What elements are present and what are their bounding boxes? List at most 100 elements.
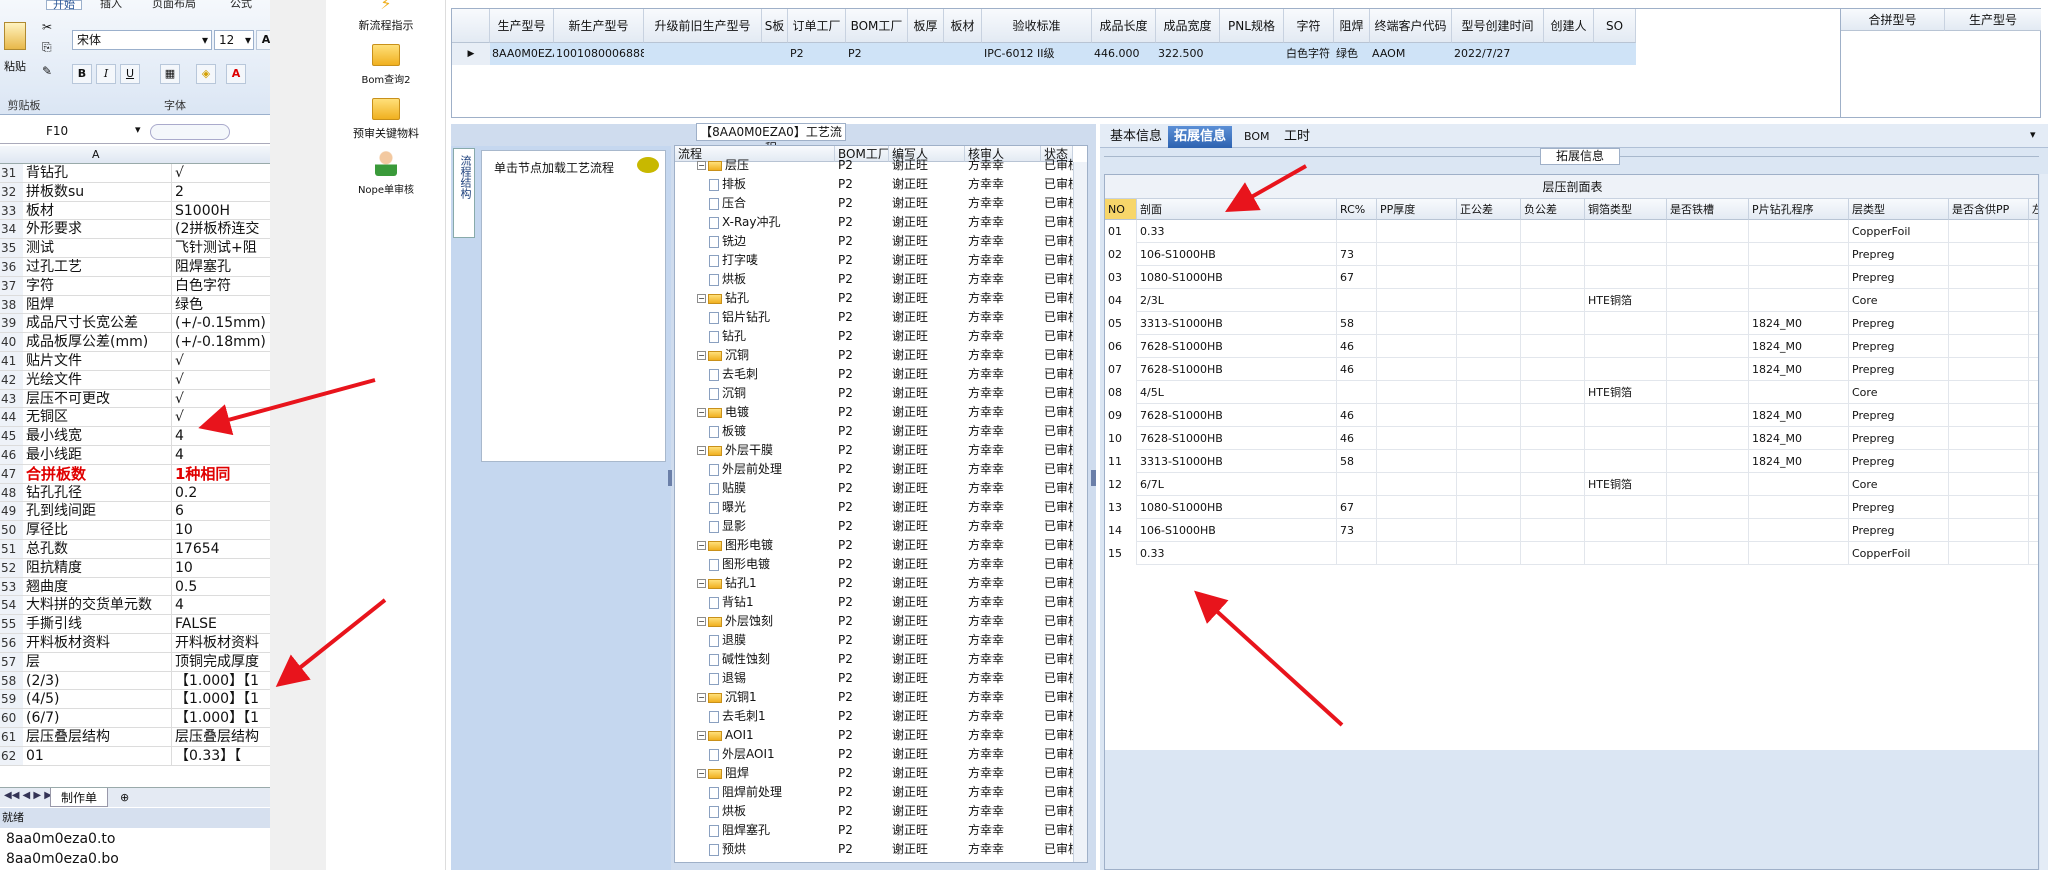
stackup-cell[interactable]: HTE铜箔 bbox=[1585, 473, 1667, 496]
tab-work-hours[interactable]: 工时 bbox=[1278, 126, 1316, 148]
cell-b[interactable]: 2 bbox=[173, 183, 270, 201]
tab-basic-info[interactable]: 基本信息 bbox=[1104, 126, 1168, 148]
stackup-cell[interactable]: CopperFoil bbox=[1849, 542, 1949, 565]
stackup-cell[interactable] bbox=[2029, 542, 2038, 565]
row-number[interactable]: 60 bbox=[0, 709, 23, 727]
stackup-row[interactable]: 06 7628-S1000HB 46 1824_M0 Prepreg bbox=[1105, 335, 2038, 358]
stackup-cell[interactable]: 73 bbox=[1337, 519, 1377, 542]
stackup-cell[interactable]: 10 bbox=[1105, 427, 1137, 450]
stackup-cell[interactable] bbox=[2029, 381, 2038, 404]
order-grid-header[interactable]: 订单工厂 bbox=[788, 9, 846, 43]
row-number[interactable]: 52 bbox=[0, 558, 23, 577]
row-number[interactable]: 61 bbox=[0, 728, 23, 746]
cell-a[interactable]: 孔到线间距 bbox=[24, 502, 172, 521]
cell-a[interactable]: 成品板厚公差(mm) bbox=[24, 333, 172, 351]
stackup-cell[interactable] bbox=[1377, 312, 1457, 335]
stackup-cell[interactable] bbox=[1949, 266, 2029, 289]
paste-icon[interactable] bbox=[4, 22, 26, 50]
cell-a[interactable]: 外形要求 bbox=[24, 220, 172, 239]
cell-a[interactable]: 翘曲度 bbox=[24, 577, 172, 596]
expand-icon[interactable]: − bbox=[697, 161, 706, 170]
process-tree-row[interactable]: 退膜 P2 谢正旺 方幸幸 已审核 bbox=[675, 631, 1087, 650]
stackup-cell[interactable]: 1824_M0 bbox=[1749, 312, 1849, 335]
stackup-row[interactable]: 11 3313-S1000HB 58 1824_M0 Prepreg bbox=[1105, 450, 2038, 473]
cell-a[interactable]: 阻焊 bbox=[24, 295, 172, 314]
stackup-cell[interactable] bbox=[1457, 312, 1521, 335]
cell-b[interactable]: 阻焊塞孔 bbox=[173, 258, 270, 276]
stackup-row[interactable]: 15 0.33 CopperFoil bbox=[1105, 542, 2038, 565]
stackup-cell[interactable] bbox=[1949, 496, 2029, 519]
comment-icon[interactable] bbox=[637, 157, 659, 173]
cell-b[interactable]: 4 bbox=[173, 596, 270, 614]
order-grid-cell[interactable]: 8AA0M0EZA0 bbox=[490, 43, 554, 65]
order-grid-header[interactable]: 字符 bbox=[1284, 9, 1334, 43]
cell-b[interactable]: (+/-0.18mm) bbox=[173, 333, 270, 351]
stackup-cell[interactable] bbox=[1457, 220, 1521, 243]
expand-icon[interactable]: − bbox=[697, 693, 706, 702]
stackup-cell[interactable]: 7628-S1000HB bbox=[1137, 404, 1337, 427]
stackup-cell[interactable]: 73 bbox=[1337, 243, 1377, 266]
stackup-cell[interactable] bbox=[1585, 335, 1667, 358]
stackup-cell[interactable] bbox=[1585, 519, 1667, 542]
row-number[interactable]: 47 bbox=[0, 464, 23, 483]
stackup-row[interactable]: 07 7628-S1000HB 46 1824_M0 Prepreg bbox=[1105, 358, 2038, 381]
order-grid-cell[interactable] bbox=[1544, 43, 1594, 65]
process-tree-row[interactable]: − 钻孔1 P2 谢正旺 方幸幸 已审核 bbox=[675, 574, 1087, 593]
order-grid-header[interactable]: 创建人 bbox=[1544, 9, 1594, 43]
stackup-cell[interactable] bbox=[2029, 289, 2038, 312]
process-tree-row[interactable]: 打字唛 P2 谢正旺 方幸幸 已审核 bbox=[675, 251, 1087, 270]
order-grid-cell[interactable] bbox=[1594, 43, 1636, 65]
row-number[interactable]: 39 bbox=[0, 314, 23, 333]
stackup-cell[interactable]: 3313-S1000HB bbox=[1137, 312, 1337, 335]
stackup-cell[interactable] bbox=[1377, 381, 1457, 404]
stackup-cell[interactable] bbox=[1585, 312, 1667, 335]
cell-b[interactable]: 【0.33】【 bbox=[173, 747, 270, 765]
fill-color-icon[interactable]: ◈ bbox=[196, 64, 216, 84]
splitter-handle[interactable] bbox=[1091, 470, 1096, 486]
stackup-cell[interactable] bbox=[1377, 450, 1457, 473]
process-tree-row[interactable]: 碱性蚀刻 P2 谢正旺 方幸幸 已审核 bbox=[675, 650, 1087, 669]
cell-a[interactable]: 01 bbox=[24, 746, 172, 765]
cell-a[interactable]: 层压不可更改 bbox=[24, 389, 172, 408]
cell-a[interactable]: 总孔数 bbox=[24, 540, 172, 558]
cut-icon[interactable]: ✂ bbox=[42, 20, 52, 34]
stackup-cell[interactable] bbox=[1377, 519, 1457, 542]
stackup-cell[interactable] bbox=[1457, 473, 1521, 496]
stackup-header[interactable]: 层类型 bbox=[1849, 199, 1949, 220]
cell-b[interactable]: √ bbox=[173, 371, 270, 389]
stackup-cell[interactable] bbox=[1457, 381, 1521, 404]
cell-b[interactable]: 【1.000】【1 bbox=[173, 709, 270, 727]
stackup-cell[interactable] bbox=[1667, 312, 1749, 335]
cell-b[interactable]: 绿色 bbox=[173, 296, 270, 314]
font-name-select[interactable]: 宋体 ▾ bbox=[72, 30, 212, 50]
grow-font-icon[interactable]: A bbox=[256, 30, 270, 50]
stackup-cell[interactable]: Core bbox=[1849, 473, 1949, 496]
order-grid-header[interactable]: 型号创建时间 bbox=[1452, 9, 1544, 43]
order-grid-header[interactable]: BOM工厂 bbox=[846, 9, 908, 43]
stackup-cell[interactable] bbox=[1949, 427, 2029, 450]
cell-b[interactable]: 1种相同 bbox=[173, 465, 270, 483]
order-grid-cell[interactable] bbox=[644, 43, 762, 65]
process-tree-row[interactable]: 图形电镀 P2 谢正旺 方幸幸 已审核 bbox=[675, 555, 1087, 574]
stackup-cell[interactable] bbox=[1749, 243, 1849, 266]
cell-a[interactable]: 合拼板数 bbox=[24, 464, 172, 483]
stackup-cell[interactable] bbox=[1521, 404, 1585, 427]
order-grid-header[interactable]: 新生产型号 bbox=[554, 9, 644, 43]
stackup-cell[interactable] bbox=[1377, 358, 1457, 381]
stackup-cell[interactable] bbox=[1521, 381, 1585, 404]
row-number[interactable]: 55 bbox=[0, 615, 23, 633]
stackup-cell[interactable]: 07 bbox=[1105, 358, 1137, 381]
stackup-cell[interactable] bbox=[1949, 335, 2029, 358]
tab-bom[interactable]: BOM bbox=[1238, 126, 1276, 148]
order-grid-header[interactable]: S板 bbox=[762, 9, 788, 43]
cell-b[interactable]: 0.2 bbox=[173, 484, 270, 502]
row-number[interactable]: 57 bbox=[0, 652, 23, 671]
cell-b[interactable]: (2拼板桥连交 bbox=[173, 220, 270, 238]
format-painter-icon[interactable]: ✎ bbox=[42, 64, 52, 78]
order-grid-cell[interactable]: P2 bbox=[846, 43, 908, 65]
italic-icon[interactable]: I bbox=[96, 64, 116, 84]
stackup-cell[interactable] bbox=[1585, 427, 1667, 450]
cell-a[interactable]: 钻孔孔径 bbox=[24, 483, 172, 502]
cell-b[interactable]: 17654 bbox=[173, 540, 270, 558]
stackup-cell[interactable] bbox=[1667, 496, 1749, 519]
